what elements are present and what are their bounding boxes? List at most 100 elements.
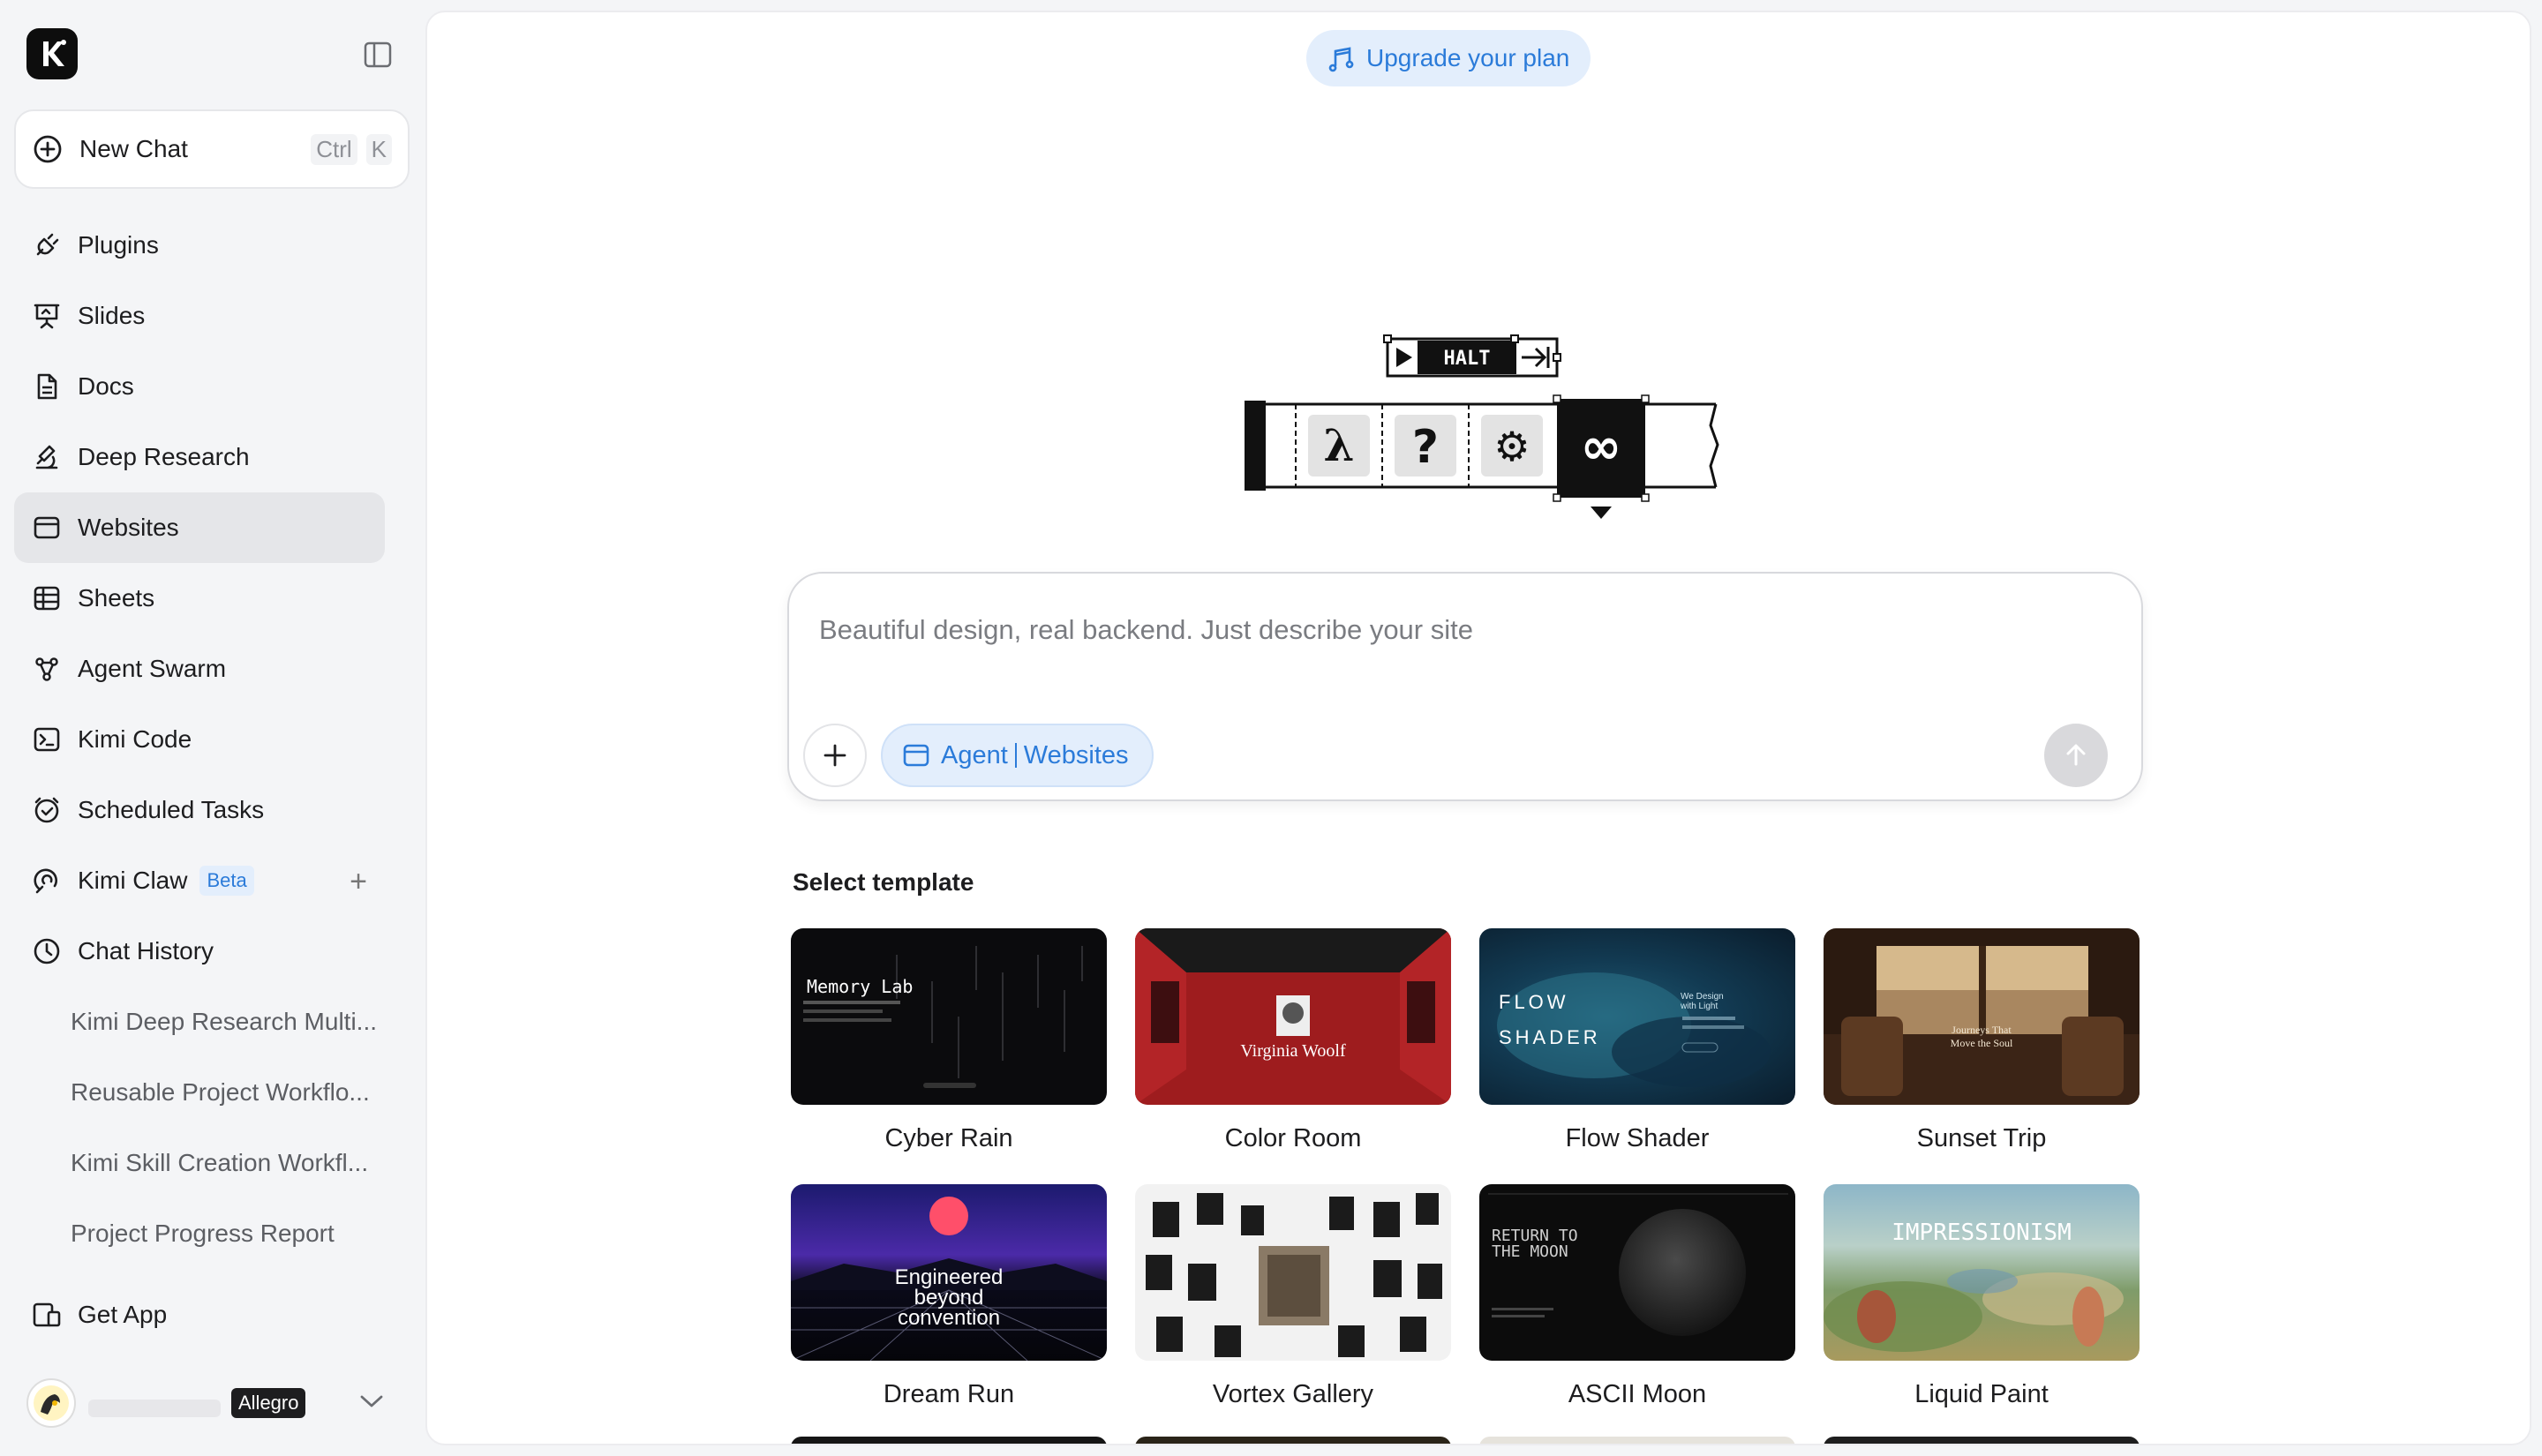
sidebar-item-label: Chat History: [78, 937, 214, 964]
template-name: Flow Shader: [1565, 1124, 1710, 1152]
sidebar-item-label: Sheets: [78, 584, 155, 612]
history-item[interactable]: Project Progress Report: [14, 1198, 385, 1269]
upgrade-plan-label: Upgrade your plan: [1366, 44, 1570, 71]
template-thumbnail: FLOW SHADER We Design with Light: [1479, 928, 1795, 1105]
svg-text:λ: λ: [1323, 419, 1354, 471]
svg-text:?: ?: [1412, 421, 1439, 474]
sidebar-item-chat-history[interactable]: Chat History: [14, 916, 385, 987]
template-card-partial[interactable]: [1479, 1437, 1795, 1444]
main-panel: Upgrade your plan HALT λ ? ⚙ ∞ Beautiful…: [425, 11, 2531, 1445]
new-chat-button[interactable]: New Chat Ctrl K: [14, 109, 410, 189]
template-card-color-room[interactable]: Virginia Woolf Color Room: [1135, 928, 1451, 1153]
shortcut-key-k: K: [365, 133, 392, 165]
select-template-title: Select template: [793, 868, 974, 896]
sidebar-item-label: Agent Swarm: [78, 655, 227, 682]
template-thumb-text: Journeys That Move the Soul: [1950, 1024, 2013, 1049]
chip-agent-label: Agent: [941, 740, 1008, 769]
template-thumb-text: FLOW SHADER: [1499, 991, 1601, 1048]
sidebar-item-label: Docs: [78, 372, 134, 400]
research-icon: [30, 440, 64, 474]
swarm-icon: [30, 652, 64, 686]
send-button[interactable]: [2044, 724, 2108, 787]
add-claw-icon[interactable]: +: [350, 865, 367, 899]
sidebar: New Chat Ctrl K Plugins Slides Docs Deep…: [0, 0, 420, 1456]
sidebar-item-kimi-code[interactable]: Kimi Code: [14, 704, 385, 775]
template-card-ascii-moon[interactable]: RETURN TO THE MOON ASCII Moon: [1479, 1184, 1795, 1409]
template-thumbnail: Engineered beyond convention: [791, 1184, 1107, 1361]
template-thumb-subtext: We Design with Light: [1681, 992, 1724, 1011]
sidebar-item-agent-swarm[interactable]: Agent Swarm: [14, 634, 385, 704]
claw-icon: [30, 864, 64, 897]
prompt-input[interactable]: Beautiful design, real backend. Just des…: [819, 614, 1473, 646]
chip-mode-label: Websites: [1023, 740, 1129, 769]
upgrade-plan-button[interactable]: Upgrade your plan: [1306, 30, 1591, 86]
sidebar-item-kimi-claw[interactable]: Kimi Claw Beta +: [14, 845, 385, 916]
plus-icon: [824, 744, 846, 767]
template-card-sunset-trip[interactable]: Journeys That Move the Soul Sunset Trip: [1824, 928, 2140, 1153]
template-card-vortex-gallery[interactable]: Vortex Gallery: [1135, 1184, 1451, 1409]
document-icon: [30, 370, 64, 403]
avatar[interactable]: [26, 1378, 76, 1428]
sidebar-item-label: Websites: [78, 514, 179, 541]
sidebar-item-plugins[interactable]: Plugins: [14, 210, 385, 281]
template-name: Liquid Paint: [1914, 1380, 2049, 1408]
sidebar-nav: Plugins Slides Docs Deep Research Websit…: [14, 210, 385, 1269]
agent-websites-chip[interactable]: Agent Websites: [881, 724, 1154, 787]
template-card-cyber-rain[interactable]: Memory Lab Cyber Rain: [791, 928, 1107, 1153]
sidebar-item-sheets[interactable]: Sheets: [14, 563, 385, 634]
sidebar-item-scheduled-tasks[interactable]: Scheduled Tasks: [14, 775, 385, 845]
template-thumbnail: RETURN TO THE MOON: [1479, 1184, 1795, 1361]
template-card-partial[interactable]: [1135, 1437, 1451, 1444]
history-item[interactable]: Kimi Skill Creation Workfl...: [14, 1128, 385, 1198]
sidebar-item-deep-research[interactable]: Deep Research: [14, 422, 385, 492]
sidebar-item-docs[interactable]: Docs: [14, 351, 385, 422]
browser-icon: [903, 744, 929, 767]
template-thumbnail: IMPRESSIONISM: [1824, 1184, 2140, 1361]
plug-icon: [30, 229, 64, 262]
template-thumb-text: Virginia Woolf: [1240, 1041, 1346, 1061]
template-thumbnail: Memory Lab: [791, 928, 1107, 1105]
template-name: Cyber Rain: [884, 1124, 1013, 1152]
sidebar-item-label: Kimi Claw: [78, 867, 188, 894]
template-card-dream-run[interactable]: Engineered beyond convention Dream Run: [791, 1184, 1107, 1409]
template-name: Vortex Gallery: [1212, 1380, 1374, 1408]
add-attachment-button[interactable]: [803, 724, 867, 787]
devices-icon: [30, 1298, 64, 1332]
template-card-partial[interactable]: [1824, 1437, 2140, 1444]
beta-badge: Beta: [199, 866, 254, 896]
sidebar-item-slides[interactable]: Slides: [14, 281, 385, 351]
sidebar-item-label: Plugins: [78, 231, 159, 259]
template-thumb-text: Memory Lab: [807, 976, 914, 997]
chip-separator: [1014, 743, 1017, 768]
template-card-liquid-paint[interactable]: IMPRESSIONISM Liquid Paint: [1824, 1184, 2140, 1409]
sidebar-item-websites[interactable]: Websites: [14, 492, 385, 563]
template-thumbnail: [1135, 1184, 1451, 1361]
get-app-label: Get App: [78, 1301, 168, 1328]
svg-text:∞: ∞: [1581, 418, 1622, 476]
template-card-flow-shader[interactable]: FLOW SHADER We Design with Light Flow Sh…: [1479, 928, 1795, 1153]
chevron-down-icon[interactable]: [358, 1392, 385, 1415]
user-profile[interactable]: Allegro: [26, 1377, 397, 1430]
history-icon: [30, 934, 64, 968]
prompt-box: Beautiful design, real backend. Just des…: [787, 572, 2143, 801]
history-item[interactable]: Kimi Deep Research Multi...: [14, 987, 385, 1057]
sidebar-item-label: Kimi Code: [78, 725, 192, 753]
template-name: Color Room: [1224, 1124, 1362, 1152]
kimi-logo-icon: [43, 40, 66, 66]
sidebar-toggle-icon[interactable]: [360, 39, 395, 71]
template-card-partial[interactable]: [791, 1437, 1107, 1444]
sidebar-item-label: Slides: [78, 302, 146, 329]
kimi-logo[interactable]: [26, 28, 78, 79]
arrow-up-icon: [2066, 744, 2086, 766]
template-name: Sunset Trip: [1916, 1124, 2047, 1152]
terminal-icon: [30, 723, 64, 756]
template-thumb-text: RETURN TO THE MOON: [1492, 1227, 1578, 1261]
history-item[interactable]: Reusable Project Workflo...: [14, 1057, 385, 1128]
browser-icon: [30, 511, 64, 544]
clock-check-icon: [30, 793, 64, 827]
template-thumb-text: Engineered beyond convention: [894, 1265, 1004, 1330]
get-app-button[interactable]: Get App: [14, 1280, 385, 1350]
music-notes-icon: [1328, 47, 1354, 72]
template-thumbnail: Virginia Woolf: [1135, 928, 1451, 1105]
sidebar-item-label: Deep Research: [78, 443, 250, 470]
